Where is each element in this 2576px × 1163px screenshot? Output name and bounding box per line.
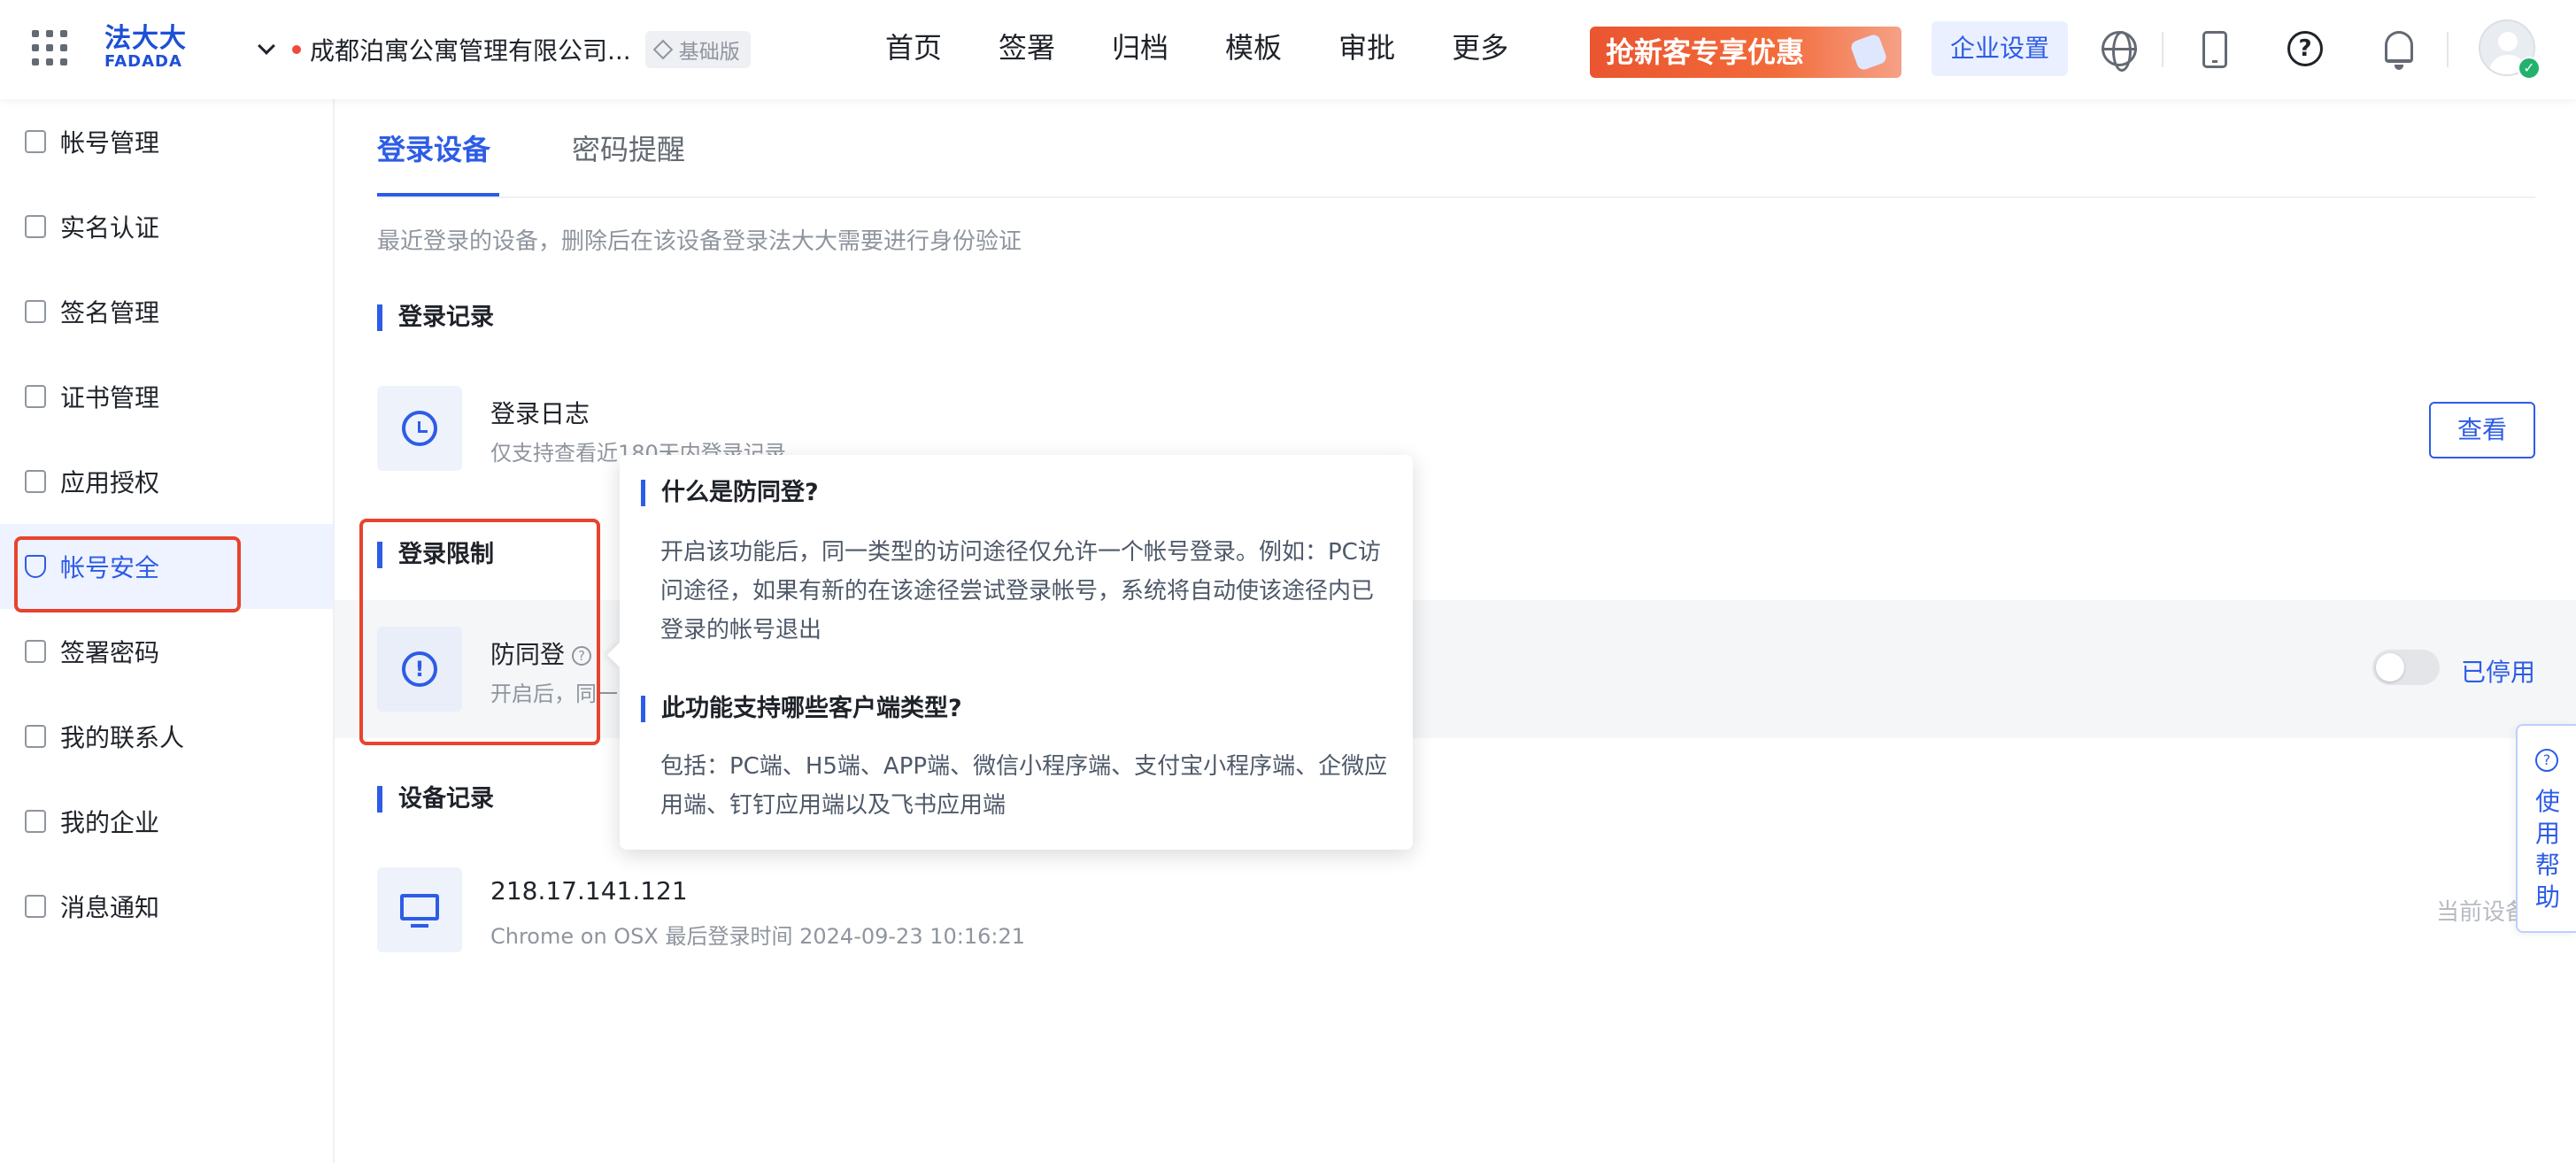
sidebar-item-label: 消息通知 [60, 893, 160, 922]
nav-archive[interactable]: 归档 [1112, 27, 1168, 69]
tab-login-devices[interactable]: 登录设备 [377, 127, 490, 168]
verified-check-icon: ✓ [2518, 57, 2541, 80]
promo-label: 抢新客专享优惠 [1606, 35, 1805, 69]
chevron-down-icon [258, 37, 275, 55]
sidebar-item-label: 签名管理 [60, 298, 160, 327]
sidebar-item-certificate[interactable]: 证书管理 [0, 354, 333, 439]
anti-concurrent-login-toggle[interactable] [2372, 650, 2440, 685]
sidebar-item-label: 证书管理 [60, 383, 160, 412]
section-login-records: 登录记录 [377, 304, 494, 331]
sidebar-item-contacts[interactable]: 我的联系人 [0, 694, 333, 779]
sidebar-item-label: 签署密码 [60, 638, 160, 667]
nav-more[interactable]: 更多 [1452, 27, 1508, 69]
briefcase-icon [25, 640, 46, 663]
highlight-box-sidebar [14, 536, 241, 612]
pen-icon [25, 300, 46, 323]
apps-icon [25, 470, 46, 493]
account-icon [25, 130, 46, 153]
nav-approval[interactable]: 审批 [1338, 27, 1395, 69]
fadada-logo[interactable]: 法大大 FADADA [104, 25, 193, 74]
nav-templates[interactable]: 模板 [1225, 27, 1282, 69]
notification-icon [25, 895, 46, 918]
enterprise-settings-button[interactable]: 企业设置 [1932, 21, 2068, 76]
nav-sign[interactable]: 签署 [999, 27, 1055, 69]
section-device-records: 设备记录 [377, 786, 494, 813]
contacts-icon [25, 725, 46, 748]
monitor-icon [400, 894, 439, 928]
log-icon-tile [377, 386, 462, 471]
device-icon-tile [377, 867, 462, 952]
org-name: 成都泊寓公寓管理有限公司... [310, 36, 631, 65]
floating-help-button[interactable]: ? 使用帮助 [2516, 724, 2576, 933]
org-switcher[interactable]: 成都泊寓公寓管理有限公司... 基础版 [257, 31, 751, 68]
active-tab-indicator [377, 193, 499, 196]
login-log-title: 登录日志 [490, 399, 590, 428]
badge-icon [25, 215, 46, 238]
tooltip-question-2: 此功能支持哪些客户端类型? [641, 696, 962, 722]
globe-icon[interactable] [2102, 31, 2137, 72]
help-icon[interactable]: ? [2287, 31, 2323, 66]
sidebar: 帐号管理 实名认证 签名管理 证书管理 应用授权 帐号安全 签署密码 我的联系人… [0, 99, 335, 1163]
top-bar: 法大大 FADADA 成都泊寓公寓管理有限公司... 基础版 首页 签署 归档 … [0, 0, 2576, 99]
tab-bar: 登录设备 密码提醒 [377, 99, 2535, 198]
view-log-button[interactable]: 查看 [2429, 402, 2535, 458]
clock-icon [402, 411, 437, 446]
sidebar-item-signature[interactable]: 签名管理 [0, 269, 333, 354]
question-circle-icon: ? [2535, 749, 2558, 772]
toggle-status-text: 已停用 [2461, 658, 2536, 687]
tooltip-question-1: 什么是防同登? [641, 480, 819, 506]
hand-pointer-icon [1849, 33, 1888, 72]
sidebar-item-label: 帐号管理 [60, 128, 160, 158]
logo-text: 法大大 [104, 23, 187, 54]
feature-tooltip: 什么是防同登? 开启该功能后，同一类型的访问途径仅允许一个帐号登录。例如：PC访… [620, 455, 1413, 850]
current-device-label: 当前设备 [2436, 899, 2529, 926]
highlight-box-restriction [359, 519, 600, 745]
divider [2447, 32, 2449, 67]
certificate-icon [25, 385, 46, 408]
main-nav: 首页 签署 归档 模板 审批 更多 [885, 27, 1565, 69]
mobile-icon[interactable] [2202, 31, 2227, 68]
building-icon [25, 810, 46, 833]
sidebar-item-enterprise[interactable]: 我的企业 [0, 779, 333, 864]
tab-password-reminder[interactable]: 密码提醒 [572, 127, 685, 168]
status-dot [292, 45, 301, 54]
sidebar-item-label: 实名认证 [60, 213, 160, 243]
floating-help-label: 使用帮助 [2535, 787, 2561, 912]
sidebar-item-sign-password[interactable]: 签署密码 [0, 609, 333, 694]
divider [2162, 32, 2163, 67]
sidebar-item-label: 我的联系人 [60, 723, 185, 752]
logo-subtext: FADADA [104, 52, 182, 71]
promo-banner[interactable]: 抢新客专享优惠 [1590, 27, 1901, 78]
sidebar-item-label: 应用授权 [60, 468, 160, 497]
sidebar-item-app-auth[interactable]: 应用授权 [0, 439, 333, 524]
edition-badge: 基础版 [644, 31, 751, 68]
app-grid-icon[interactable] [32, 30, 67, 65]
edition-badge-label: 基础版 [678, 41, 740, 64]
device-detail: Chrome on OSX 最后登录时间 2024-09-23 10:16:21 [490, 924, 1026, 949]
device-ip: 218.17.141.121 [490, 876, 688, 905]
sidebar-item-label: 我的企业 [60, 808, 160, 837]
nav-home[interactable]: 首页 [885, 27, 942, 69]
bell-icon[interactable] [2385, 31, 2413, 70]
gem-icon [652, 39, 674, 60]
page-description: 最近登录的设备，删除后在该设备登录法大大需要进行身份验证 [377, 228, 1022, 255]
tooltip-answer-2: 包括：PC端、H5端、APP端、微信小程序端、支付宝小程序端、企微应用端、钉钉应… [660, 753, 1388, 819]
tooltip-answer-1: 开启该功能后，同一类型的访问途径仅允许一个帐号登录。例如：PC访问途径，如果有新… [660, 539, 1381, 643]
sidebar-item-notifications[interactable]: 消息通知 [0, 864, 333, 949]
sidebar-item-realname[interactable]: 实名认证 [0, 184, 333, 269]
sidebar-item-account[interactable]: 帐号管理 [0, 99, 333, 184]
